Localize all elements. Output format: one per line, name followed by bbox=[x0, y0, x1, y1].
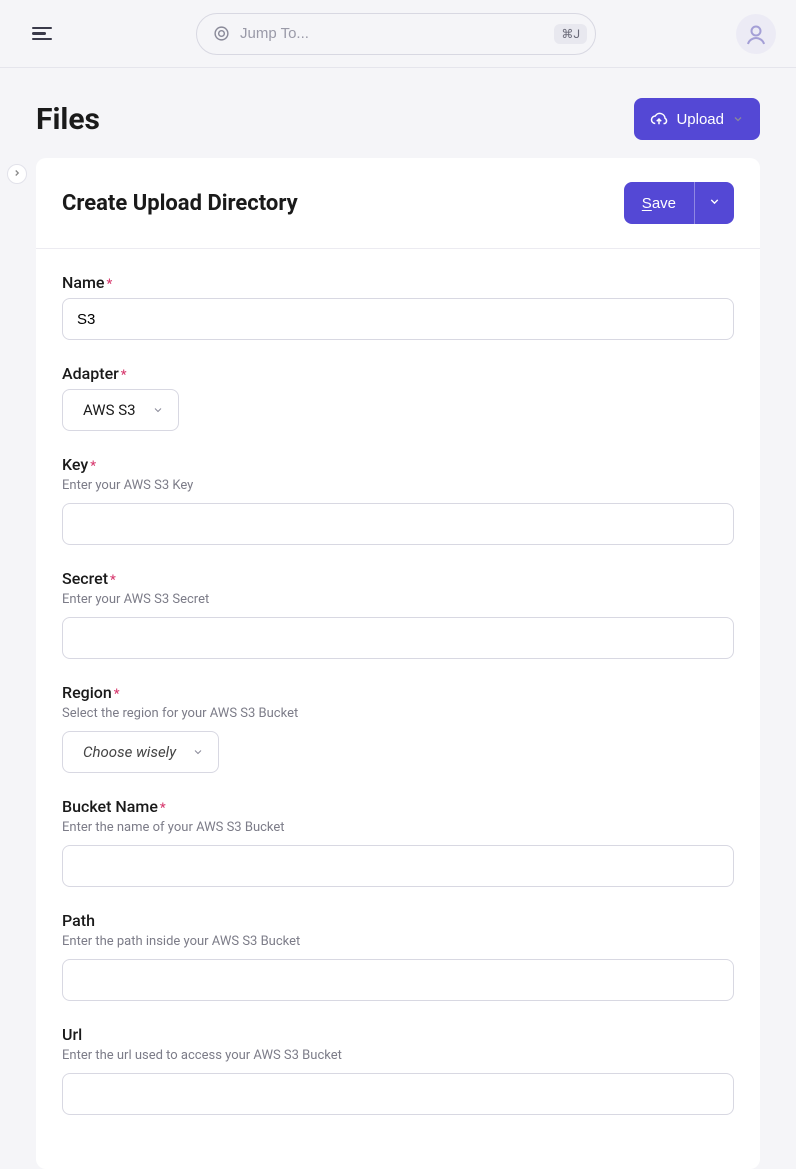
save-button-label: ave bbox=[652, 195, 676, 212]
save-button-group: Save bbox=[624, 182, 734, 224]
label-region-text: Region bbox=[62, 683, 112, 702]
card-header: Create Upload Directory Save bbox=[36, 158, 760, 249]
content-wrap: Create Upload Directory Save Name* bbox=[0, 158, 796, 1169]
bucket-input[interactable] bbox=[62, 845, 734, 887]
kbd-shortcut: ⌘J bbox=[554, 24, 587, 44]
help-bucket: Enter the name of your AWS S3 Bucket bbox=[62, 820, 734, 835]
save-button[interactable]: Save bbox=[624, 182, 694, 224]
card: Create Upload Directory Save Name* bbox=[36, 158, 760, 1169]
required-mark: * bbox=[106, 277, 112, 292]
key-input[interactable] bbox=[62, 503, 734, 545]
secret-input[interactable] bbox=[62, 617, 734, 659]
required-mark: * bbox=[90, 459, 96, 474]
upload-button-label: Upload bbox=[676, 111, 724, 128]
label-key-text: Key bbox=[62, 455, 88, 474]
card-title: Create Upload Directory bbox=[62, 191, 298, 216]
required-mark: * bbox=[121, 368, 127, 383]
form: Name* Adapter* AWS S3 Key* bbox=[36, 249, 760, 1169]
region-select-placeholder: Choose wisely bbox=[83, 743, 176, 761]
url-input[interactable] bbox=[62, 1073, 734, 1115]
label-bucket: Bucket Name* bbox=[62, 797, 734, 816]
chevron-right-icon bbox=[12, 168, 22, 181]
search-bar[interactable]: ⌘J bbox=[196, 13, 596, 55]
chevron-down-icon bbox=[192, 746, 204, 758]
page-title: Files bbox=[36, 102, 100, 137]
field-secret: Secret* Enter your AWS S3 Secret bbox=[62, 569, 734, 659]
chevron-down-icon bbox=[708, 195, 721, 211]
label-url: Url bbox=[62, 1025, 734, 1044]
adapter-select[interactable]: AWS S3 bbox=[62, 389, 179, 431]
search-input[interactable] bbox=[240, 25, 554, 42]
chevron-down-icon bbox=[732, 113, 744, 125]
field-bucket: Bucket Name* Enter the name of your AWS … bbox=[62, 797, 734, 887]
field-name: Name* bbox=[62, 273, 734, 340]
help-secret: Enter your AWS S3 Secret bbox=[62, 592, 734, 607]
label-adapter: Adapter* bbox=[62, 364, 734, 383]
help-path: Enter the path inside your AWS S3 Bucket bbox=[62, 934, 734, 949]
required-mark: * bbox=[114, 687, 120, 702]
label-name: Name* bbox=[62, 273, 734, 292]
field-url: Url Enter the url used to access your AW… bbox=[62, 1025, 734, 1115]
region-select[interactable]: Choose wisely bbox=[62, 731, 219, 773]
field-key: Key* Enter your AWS S3 Key bbox=[62, 455, 734, 545]
menu-toggle-icon[interactable] bbox=[28, 23, 56, 45]
chevron-down-icon bbox=[152, 404, 164, 416]
label-key: Key* bbox=[62, 455, 734, 474]
help-url: Enter the url used to access your AWS S3… bbox=[62, 1048, 734, 1063]
required-mark: * bbox=[110, 573, 116, 588]
label-secret: Secret* bbox=[62, 569, 734, 588]
help-key: Enter your AWS S3 Key bbox=[62, 478, 734, 493]
label-region: Region* bbox=[62, 683, 734, 702]
cloud-upload-icon bbox=[650, 110, 668, 128]
field-region: Region* Select the region for your AWS S… bbox=[62, 683, 734, 773]
collapse-handle[interactable] bbox=[7, 164, 27, 184]
topbar: ⌘J bbox=[0, 0, 796, 68]
search-wrap: ⌘J bbox=[76, 13, 716, 55]
field-adapter: Adapter* AWS S3 bbox=[62, 364, 734, 431]
label-name-text: Name bbox=[62, 273, 104, 292]
adapter-select-value: AWS S3 bbox=[83, 401, 136, 419]
label-path: Path bbox=[62, 911, 734, 930]
path-input[interactable] bbox=[62, 959, 734, 1001]
field-path: Path Enter the path inside your AWS S3 B… bbox=[62, 911, 734, 1001]
target-icon bbox=[213, 25, 230, 42]
help-region: Select the region for your AWS S3 Bucket bbox=[62, 706, 734, 721]
name-input[interactable] bbox=[62, 298, 734, 340]
save-more-button[interactable] bbox=[694, 182, 734, 224]
page-header: Files Upload bbox=[0, 68, 796, 158]
upload-button[interactable]: Upload bbox=[634, 98, 760, 140]
label-secret-text: Secret bbox=[62, 569, 108, 588]
label-bucket-text: Bucket Name bbox=[62, 797, 158, 816]
avatar[interactable] bbox=[736, 14, 776, 54]
label-url-text: Url bbox=[62, 1025, 82, 1044]
required-mark: * bbox=[160, 801, 166, 816]
label-path-text: Path bbox=[62, 911, 95, 930]
save-button-accel: S bbox=[642, 195, 652, 212]
label-adapter-text: Adapter bbox=[62, 364, 119, 383]
